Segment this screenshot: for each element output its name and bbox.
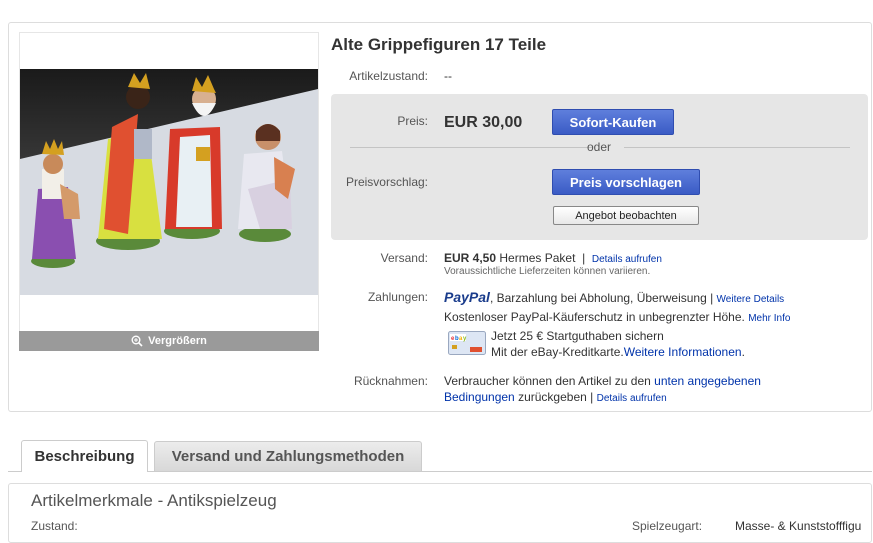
credit-more-link[interactable]: Weitere Informationen [624,345,742,359]
returns-link-1[interactable]: unten angegebenen [654,374,761,388]
returns-text-1: Verbraucher können den Artikel zu den [444,374,651,388]
shipping-method: Hermes Paket [499,251,576,265]
paypal-logo: PayPal [444,289,490,305]
shipping-details-link[interactable]: Details aufrufen [592,254,662,265]
payment-methods: , Barzahlung bei Abholung, Überweisung | [489,291,714,305]
condition-value: -- [444,69,452,83]
buyer-protection-more-link[interactable]: Mehr Info [748,313,790,324]
divider-left [350,147,592,148]
credit-line-2: Mit der eBay-Kreditkarte. [491,345,624,359]
item-title: Alte Grippefiguren 17 Teile [331,35,547,54]
item-photo-frame[interactable] [19,32,319,351]
shipping-label: Versand: [380,251,428,265]
shipping-row: EUR 4,50 Hermes Paket | Details aufrufen [444,251,662,265]
condition-label: Artikelzustand: [349,69,428,83]
tab-description[interactable]: Beschreibung [21,440,148,472]
buy-now-button[interactable]: Sofort-Kaufen [552,109,674,135]
payment-label: Zahlungen: [367,290,428,304]
spec-left-label: Zustand: [31,519,78,533]
price-label: Preis: [397,114,428,128]
watch-item-button[interactable]: Angebot beobachten [553,206,699,225]
enlarge-image-bar[interactable]: Vergrößern [19,331,319,351]
payment-more-link[interactable]: Weitere Details [717,294,785,305]
or-label: oder [587,140,612,154]
enlarge-label[interactable]: Vergrößern [148,335,207,347]
spec-right-label: Spielzeugart: [632,519,703,533]
returns-label: Rücknahmen: [353,374,428,388]
payment-row: PayPal, Barzahlung bei Abholung, Überwei… [444,289,784,305]
tab-shipping-payment[interactable]: Versand und Zahlungsmethoden [154,441,422,471]
buyer-protection-row: Kostenloser PayPal-Käuferschutz in unbeg… [444,310,790,324]
divider-right [624,147,850,148]
make-offer-button[interactable]: Preis vorschlagen [552,169,700,195]
credit-dot: . [741,345,745,359]
offer-label: Preisvorschlag: [345,175,428,189]
shipping-price: EUR 4,50 [444,251,497,265]
returns-text-2: zurückgeben | [518,390,594,404]
returns-link-2[interactable]: Bedingungen [444,390,515,404]
credit-card-icon: e b a y [448,331,486,355]
price-value: EUR 30,00 [444,114,523,131]
credit-line-2-row: Mit der eBay-Kreditkarte.Weitere Informa… [491,345,745,359]
magnifier-icon [131,335,143,347]
item-photo[interactable] [20,69,318,295]
returns-row-2: Bedingungen zurückgeben | Details aufruf… [444,390,667,404]
returns-row-1: Verbraucher können den Artikel zu den un… [444,374,761,388]
buyer-protection-text: Kostenloser PayPal-Käuferschutz in unbeg… [444,310,745,324]
credit-line-1: Jetzt 25 € Startguthaben sichern [491,329,664,343]
item-specifics-heading: Artikelmerkmale - Antikspielzeug [31,491,277,510]
returns-details-link[interactable]: Details aufrufen [597,393,667,404]
spec-right-value: Masse- & Kunststofffigu [735,519,862,533]
shipping-note: Voraussichtliche Lieferzeiten können var… [444,266,651,277]
shipping-separator: | [582,251,586,265]
